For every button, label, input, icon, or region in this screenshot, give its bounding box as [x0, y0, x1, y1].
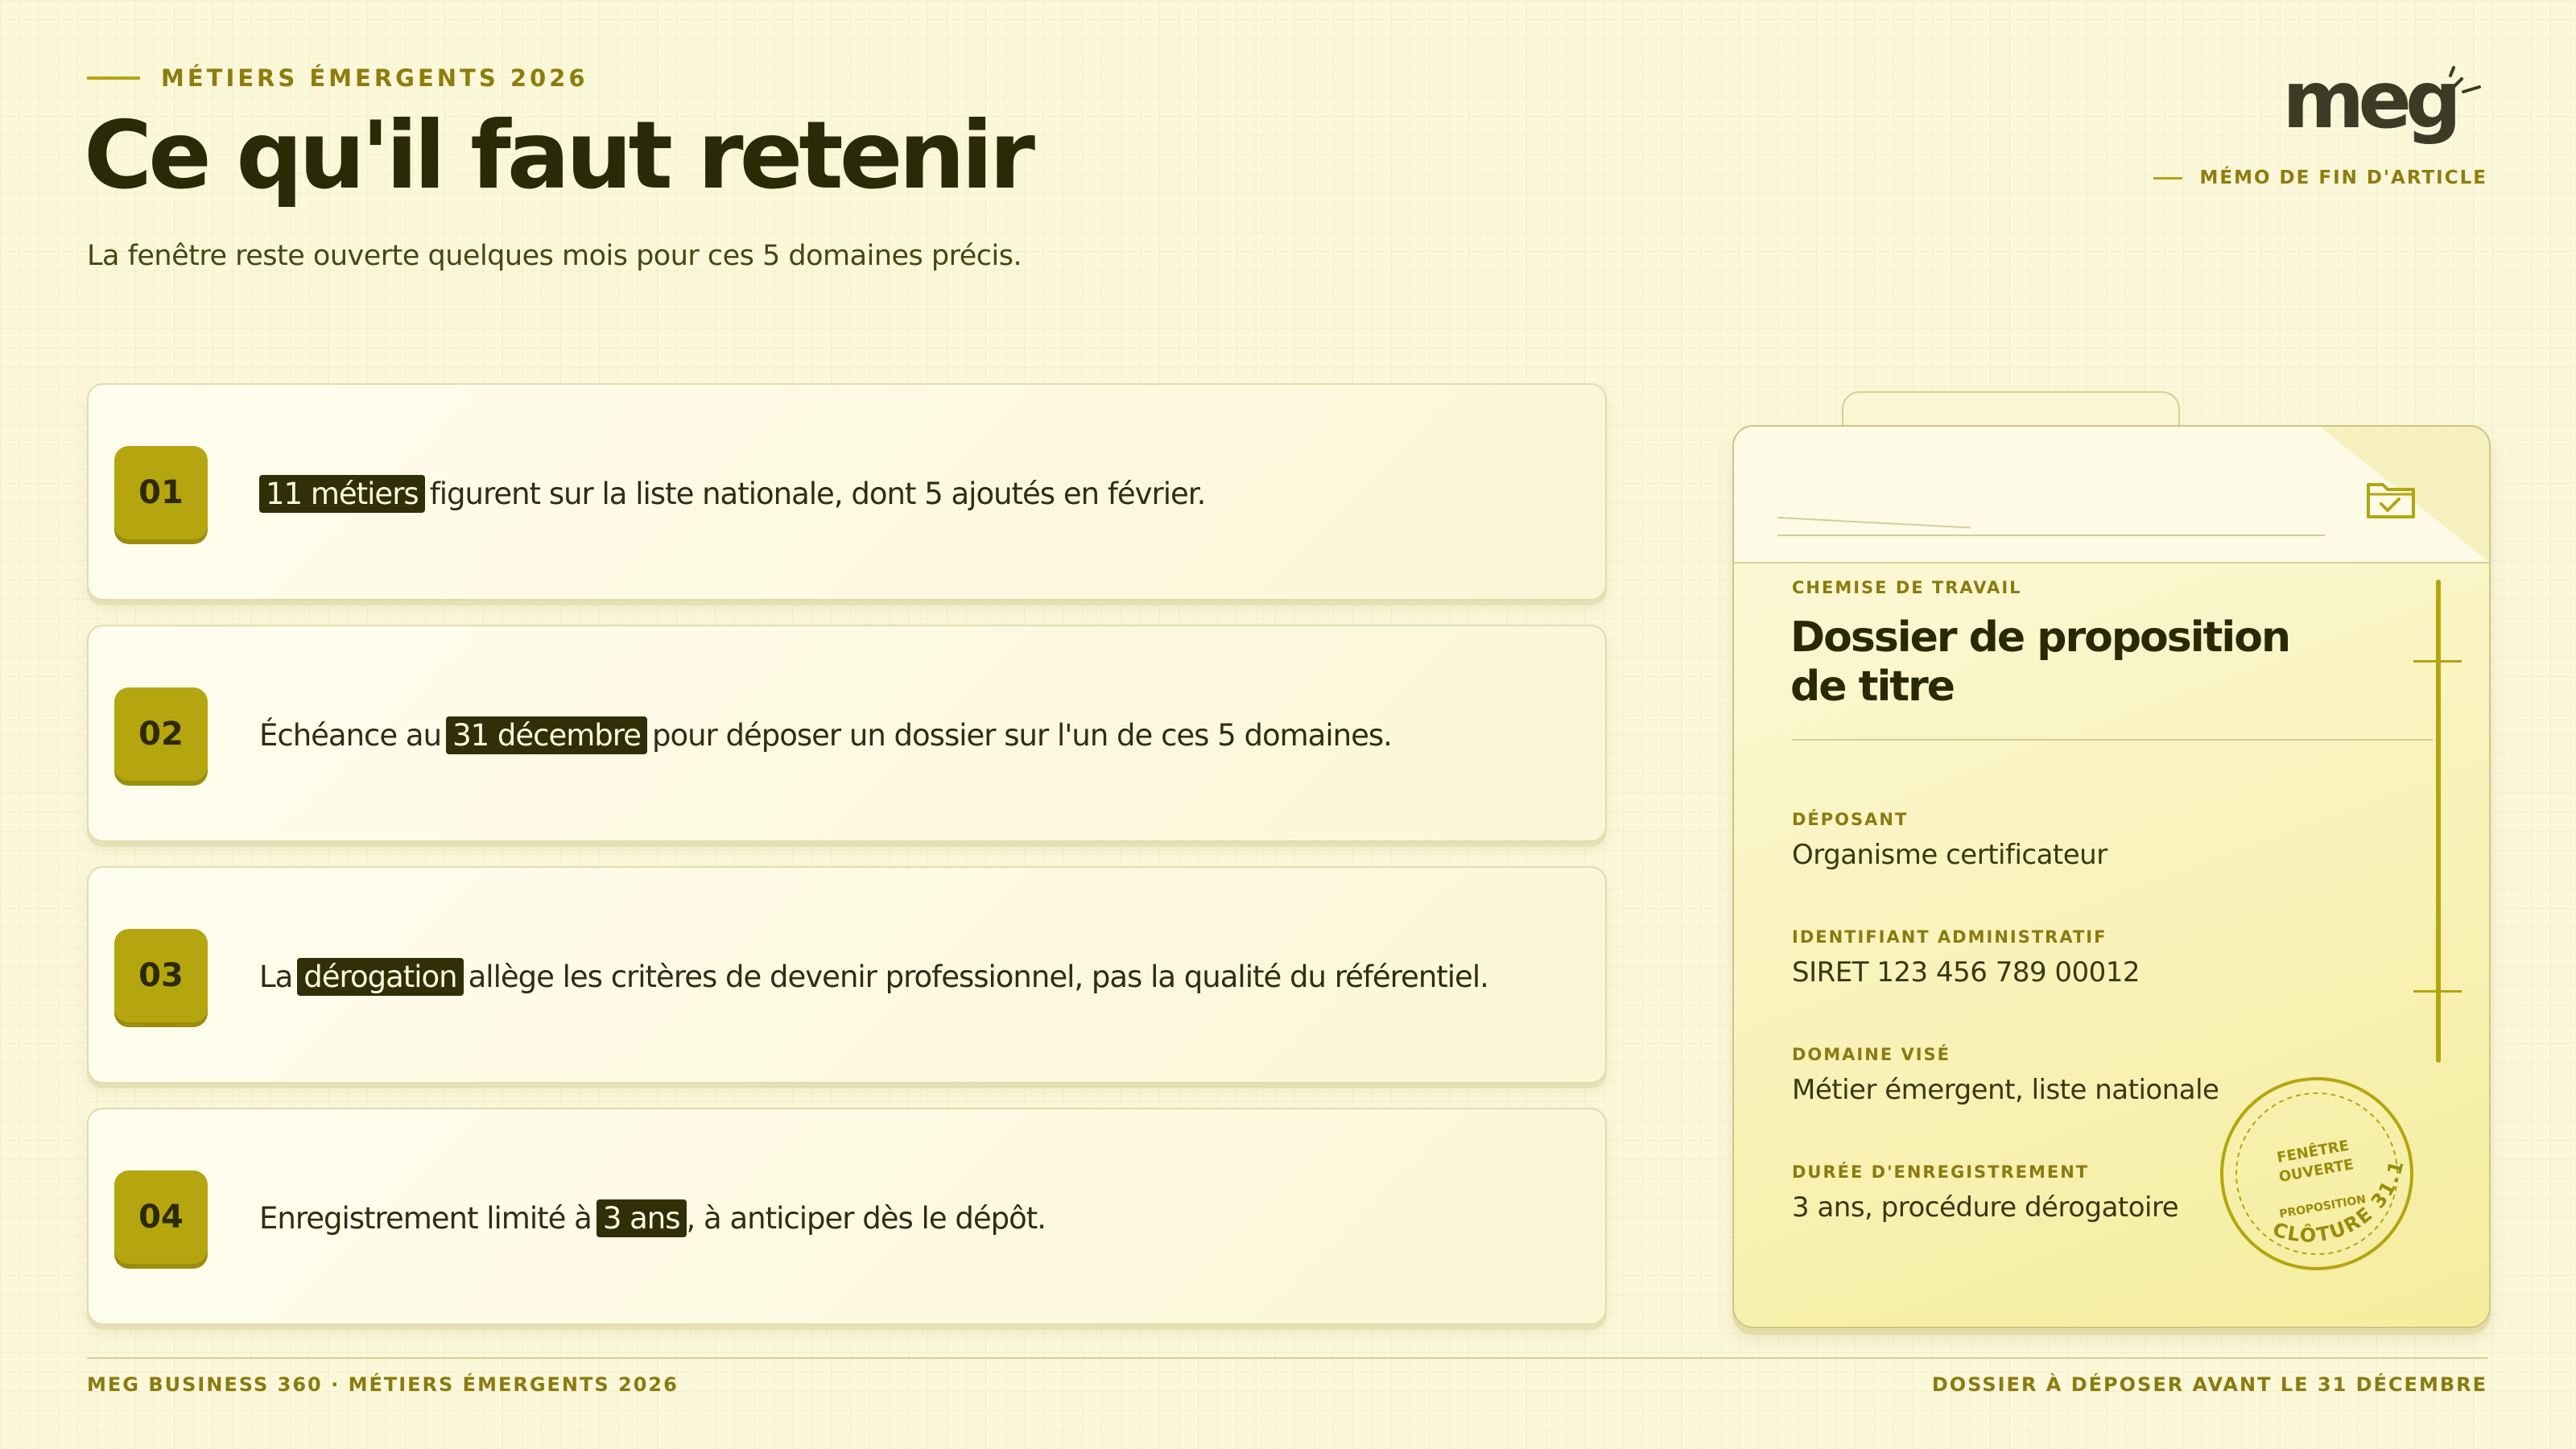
takeaway-card-3: 03 La dérogation allège les critères de …: [87, 866, 1607, 1084]
field-label-deposant: DÉPOSANT: [1792, 810, 1909, 829]
field-value-domaine: Métier émergent, liste nationale: [1792, 1074, 2219, 1106]
folder-line: [1777, 517, 1971, 529]
closing-stamp: FENÊTRE OUVERTE PROPOSITION CLÔTURE 31.1…: [2204, 1061, 2420, 1270]
item-text-after: allège les critères de devenir professio…: [468, 959, 1489, 994]
folder-check-icon: [2367, 483, 2415, 518]
folder-divider: [1792, 739, 2433, 741]
item-text-before: La: [259, 959, 293, 994]
field-label-identifiant: IDENTIFIANT ADMINISTRATIF: [1792, 927, 2107, 947]
item-text: Échéance au 31 décembre pour déposer un …: [259, 626, 1393, 844]
folder-title: Dossier de proposition de titre: [1790, 613, 2291, 712]
item-highlight: 3 ans: [596, 1199, 687, 1237]
page-title: Ce qu'il faut retenir: [84, 101, 1035, 210]
folder-header: [1734, 427, 2489, 564]
footer-left: MEG BUSINESS 360 · MÉTIERS ÉMERGENTS 202…: [87, 1373, 679, 1396]
dossier-folder: CHEMISE DE TRAVAIL Dossier de propositio…: [1732, 425, 2491, 1328]
footer-divider: [87, 1357, 2487, 1359]
item-number-badge: 02: [114, 687, 208, 781]
folder-kicker: CHEMISE DE TRAVAIL: [1792, 578, 2022, 597]
item-text-after: , à anticiper dès le dépôt.: [686, 1200, 1046, 1236]
item-number-badge: 04: [114, 1170, 208, 1264]
memo-line: [2153, 176, 2182, 180]
field-label-duree: DURÉE D'ENREGISTREMENT: [1792, 1162, 2090, 1182]
item-text-before: Enregistrement limité à: [259, 1200, 592, 1236]
item-number-badge: 01: [114, 446, 208, 539]
item-text-before: Échéance au: [259, 717, 442, 753]
field-value-duree: 3 ans, procédure dérogatoire: [1792, 1191, 2179, 1224]
takeaway-card-2: 02 Échéance au 31 décembre pour déposer …: [87, 625, 1607, 842]
item-text-after: pour déposer un dossier sur l'un de ces …: [651, 717, 1393, 753]
footer-right: DOSSIER À DÉPOSER AVANT LE 31 DÉCEMBRE: [1931, 1373, 2487, 1396]
item-text: Enregistrement limité à 3 ans , à antici…: [259, 1109, 1046, 1327]
field-label-domaine: DOMAINE VISÉ: [1792, 1045, 1951, 1064]
takeaway-card-4: 04 Enregistrement limité à 3 ans , à ant…: [87, 1108, 1607, 1325]
memo-text: MÉMO DE FIN D'ARTICLE: [2199, 167, 2487, 188]
meg-logo: meg: [2282, 61, 2487, 150]
item-text: 11 métiers figurent sur la liste nationa…: [259, 385, 1207, 602]
item-highlight: 31 décembre: [446, 716, 647, 754]
takeaway-card-1: 01 11 métiers figurent sur la liste nati…: [87, 383, 1607, 601]
logo-wordmark: meg: [2282, 55, 2462, 147]
field-value-deposant: Organisme certificateur: [1792, 839, 2107, 871]
spine-tick: [2413, 990, 2462, 993]
folder-line: [1777, 535, 2325, 536]
item-number-badge: 03: [114, 929, 208, 1022]
item-highlight: 11 métiers: [259, 474, 425, 513]
field-value-identifiant: SIRET 123 456 789 00012: [1792, 956, 2140, 989]
item-highlight: dérogation: [297, 957, 464, 996]
spark-icon: [2449, 66, 2481, 93]
spine-tick: [2413, 660, 2462, 663]
eyebrow: MÉTIERS ÉMERGENTS 2026: [87, 64, 588, 92]
item-text-after: figurent sur la liste nationale, dont 5 …: [429, 476, 1207, 511]
eyebrow-line: [87, 76, 140, 80]
item-text: La dérogation allège les critères de dev…: [259, 868, 1489, 1085]
eyebrow-text: MÉTIERS ÉMERGENTS 2026: [161, 64, 588, 92]
memo-label: MÉMO DE FIN D'ARTICLE: [2153, 167, 2488, 188]
page-subtitle: La fenêtre reste ouverte quelques mois p…: [87, 240, 1022, 272]
